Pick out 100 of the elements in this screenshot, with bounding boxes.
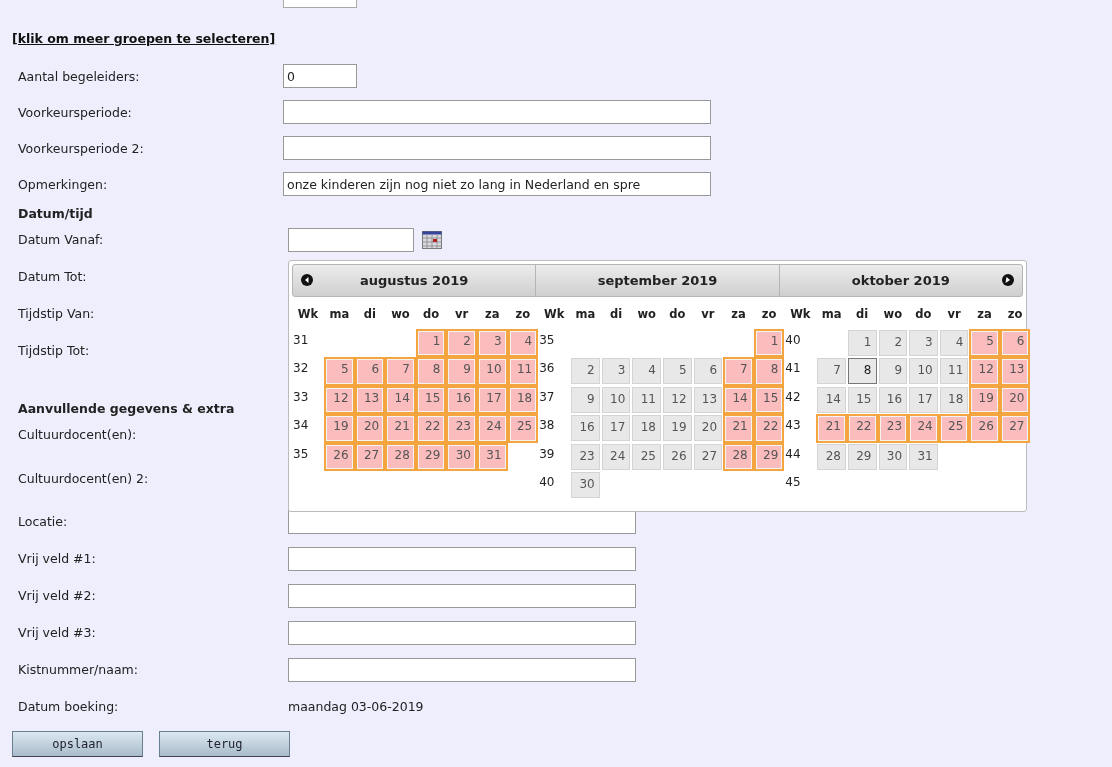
calendar-day[interactable]: 28 <box>385 442 416 471</box>
calendar-day[interactable]: 1 <box>847 329 877 356</box>
calendar-day[interactable]: 30 <box>571 472 600 499</box>
calendar-day[interactable]: 5 <box>662 358 692 385</box>
form-button[interactable]: terug <box>159 731 290 757</box>
calendar-day[interactable]: 31 <box>909 443 938 470</box>
calendar-day[interactable]: 8 <box>847 358 877 385</box>
calendar-day[interactable]: 23 <box>446 414 477 443</box>
calendar-day[interactable]: 1 <box>415 328 447 357</box>
calendar-day[interactable]: 22 <box>415 414 447 443</box>
month-title: oktober 2019 <box>851 273 950 288</box>
calendar-day[interactable]: 19 <box>969 385 1000 414</box>
calendar-day[interactable]: 16 <box>571 415 600 442</box>
calendar-day[interactable]: 18 <box>632 415 661 442</box>
calendar-day[interactable]: 12 <box>324 385 355 414</box>
calendar-day[interactable]: 14 <box>385 385 416 414</box>
calendar-day[interactable]: 10 <box>601 386 631 413</box>
text-field[interactable] <box>288 583 636 608</box>
calendar-day[interactable]: 9 <box>446 357 477 386</box>
calendar-day[interactable]: 29 <box>847 443 877 470</box>
calendar-day[interactable]: 3 <box>476 328 508 357</box>
calendar-day[interactable]: 10 <box>909 358 938 385</box>
calendar-day[interactable]: 22 <box>753 414 785 443</box>
calendar-day[interactable]: 14 <box>723 385 754 414</box>
calendar-day[interactable]: 21 <box>723 414 754 443</box>
form-button[interactable]: opslaan <box>12 731 143 757</box>
calendar-day[interactable]: 12 <box>969 357 1000 386</box>
calendar-day[interactable]: 15 <box>847 386 877 413</box>
calendar-day[interactable]: 24 <box>601 443 631 470</box>
calendar-day[interactable]: 10 <box>476 357 508 386</box>
calendar-day[interactable]: 7 <box>385 357 416 386</box>
date-field[interactable] <box>288 227 414 252</box>
calendar-day[interactable]: 17 <box>909 386 938 413</box>
calendar-day[interactable]: 19 <box>324 414 355 443</box>
calendar-day[interactable]: 7 <box>723 357 754 386</box>
calendar-day[interactable]: 20 <box>693 415 723 442</box>
calendar-day[interactable]: 16 <box>446 385 477 414</box>
text-field[interactable]: onze kinderen zijn nog niet zo lang in Nederland en spre <box>283 172 711 196</box>
calendar-day[interactable]: 6 <box>354 357 386 386</box>
text-field[interactable] <box>283 0 357 8</box>
calendar-day[interactable]: 14 <box>817 386 846 413</box>
calendar-day[interactable]: 23 <box>877 414 909 443</box>
calendar-day[interactable]: 11 <box>939 358 969 385</box>
calendar-day[interactable]: 2 <box>446 328 477 357</box>
select-groups-link[interactable]: [klik om meer groepen te selecteren] <box>12 31 276 46</box>
calendar-day[interactable]: 6 <box>693 358 723 385</box>
text-field[interactable] <box>288 620 636 645</box>
calendar-day[interactable]: 26 <box>662 443 692 470</box>
calendar-day[interactable]: 28 <box>817 443 846 470</box>
calendar-day[interactable]: 26 <box>969 414 1000 443</box>
calendar-day[interactable]: 8 <box>415 357 447 386</box>
calendar-day[interactable]: 3 <box>601 358 631 385</box>
calendar-day[interactable]: 25 <box>507 414 539 443</box>
calendar-day[interactable]: 21 <box>816 414 847 443</box>
next-month-icon[interactable] <box>1002 274 1014 286</box>
calendar-day[interactable]: 22 <box>846 414 878 443</box>
calendar-day[interactable]: 16 <box>878 386 908 413</box>
calendar-day[interactable]: 26 <box>324 442 355 471</box>
calendar-day[interactable]: 25 <box>632 443 661 470</box>
calendar-icon[interactable] <box>422 230 442 249</box>
calendar-day[interactable]: 13 <box>999 357 1031 386</box>
calendar-day[interactable]: 5 <box>969 328 1000 357</box>
calendar-day[interactable]: 27 <box>999 414 1031 443</box>
field-label: Voorkeursperiode 2: <box>18 140 145 156</box>
text-field[interactable] <box>288 657 636 682</box>
calendar-day[interactable]: 11 <box>632 386 661 413</box>
calendar-day[interactable]: 3 <box>909 329 938 356</box>
calendar-day[interactable]: 2 <box>571 358 600 385</box>
calendar-day[interactable]: 9 <box>878 358 908 385</box>
calendar-day[interactable]: 8 <box>753 357 785 386</box>
calendar-day[interactable]: 23 <box>571 443 600 470</box>
calendar-day[interactable]: 28 <box>723 442 754 471</box>
calendar-day[interactable]: 13 <box>693 386 723 413</box>
calendar-day[interactable]: 6 <box>999 328 1031 357</box>
calendar-day[interactable]: 5 <box>324 357 355 386</box>
calendar-day[interactable]: 24 <box>476 414 508 443</box>
calendar-day[interactable]: 9 <box>571 386 600 413</box>
calendar-day[interactable]: 4 <box>507 328 539 357</box>
calendar-day[interactable]: 4 <box>632 358 661 385</box>
calendar-day[interactable]: 27 <box>693 443 723 470</box>
calendar-day[interactable]: 18 <box>939 386 969 413</box>
text-field[interactable]: 0 <box>283 64 357 88</box>
calendar-day[interactable]: 1 <box>753 328 785 357</box>
calendar-day[interactable]: 4 <box>939 329 969 356</box>
calendar-day[interactable]: 7 <box>817 358 846 385</box>
calendar-day[interactable]: 30 <box>446 442 477 471</box>
text-field[interactable] <box>283 100 711 124</box>
calendar-day[interactable]: 20 <box>354 414 386 443</box>
calendar-day[interactable]: 12 <box>662 386 692 413</box>
calendar-day[interactable]: 25 <box>938 414 970 443</box>
calendar-day[interactable]: 17 <box>601 415 631 442</box>
calendar-day[interactable]: 30 <box>878 443 908 470</box>
text-field[interactable] <box>288 546 636 571</box>
calendar-day[interactable]: 2 <box>878 329 908 356</box>
previous-month-icon[interactable] <box>301 274 313 286</box>
text-field[interactable] <box>283 136 711 160</box>
calendar-day[interactable]: 19 <box>662 415 692 442</box>
calendar-day[interactable]: 11 <box>507 357 539 386</box>
calendar-day[interactable]: 24 <box>908 414 939 443</box>
calendar-day[interactable]: 21 <box>385 414 416 443</box>
